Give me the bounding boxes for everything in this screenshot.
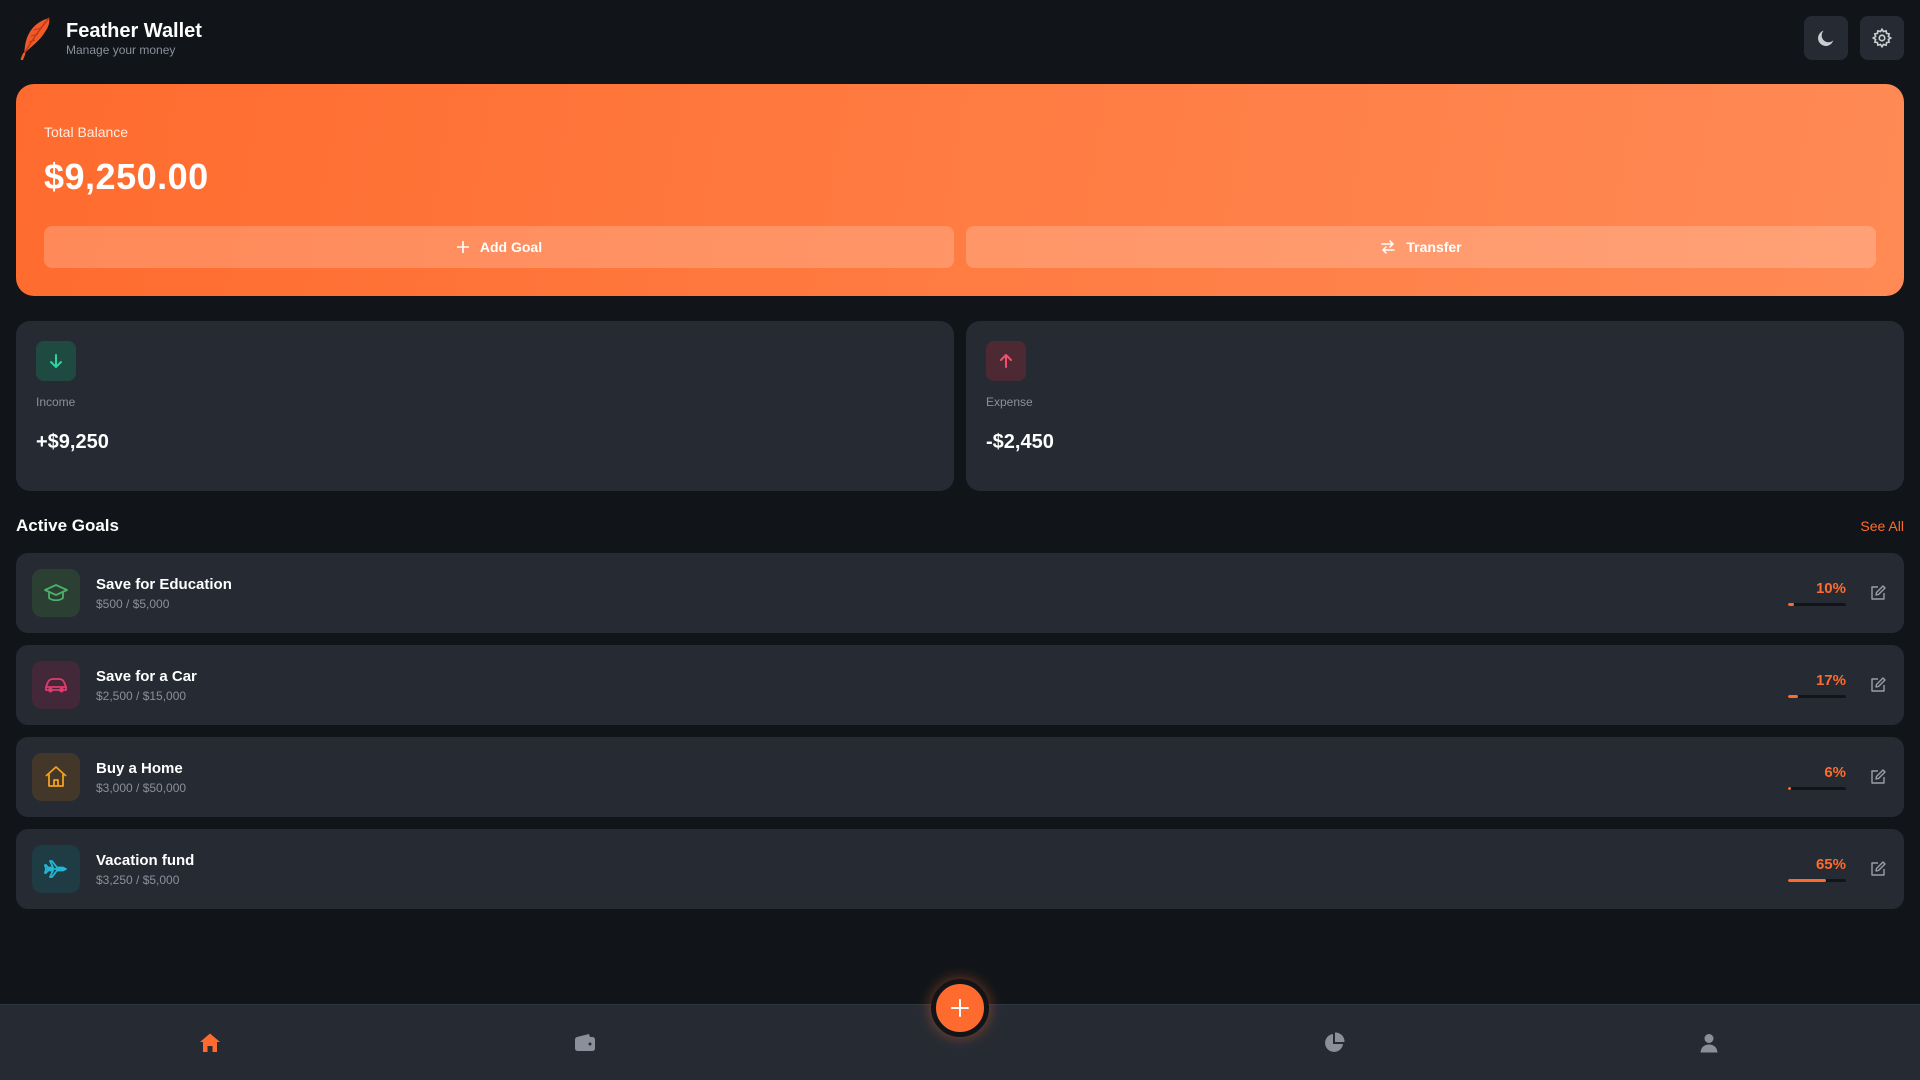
- see-all-link[interactable]: See All: [1860, 518, 1904, 534]
- goal-amount: $3,250 / $5,000: [96, 872, 180, 887]
- add-goal-label: Add Goal: [479, 239, 543, 255]
- add-goal-button[interactable]: Add Goal: [44, 226, 954, 268]
- home-icon: [45, 766, 67, 787]
- goal-percent: 6%: [1824, 764, 1846, 781]
- arrow-down-icon: [50, 354, 62, 368]
- edit-goal-button[interactable]: [1868, 675, 1888, 695]
- expense-label: Expense: [986, 395, 1033, 409]
- feather-logo-icon: [16, 13, 56, 63]
- wallet-icon: [575, 1034, 595, 1051]
- goal-name: Save for Education: [96, 575, 232, 593]
- goal-percent: 10%: [1815, 580, 1846, 597]
- user-icon: [1700, 1034, 1718, 1053]
- transfer-arrows-icon: [1381, 240, 1396, 254]
- car-icon: [45, 678, 67, 693]
- settings-button[interactable]: [1860, 16, 1904, 60]
- plus-icon: [951, 999, 969, 1017]
- income-card: Income +$9,250: [16, 321, 954, 491]
- goal-progress-bar: [1788, 695, 1846, 698]
- goal-icon-box: [32, 569, 80, 617]
- app-subtitle: Manage your money: [66, 42, 176, 57]
- goal-progress-fill: [1788, 695, 1798, 698]
- edit-goal-button[interactable]: [1868, 583, 1888, 603]
- edit-icon: [1871, 861, 1886, 876]
- goal-percent: 17%: [1815, 672, 1846, 689]
- transfer-label: Transfer: [1406, 239, 1462, 255]
- goal-amount: $2,500 / $15,000: [96, 688, 187, 703]
- income-label: Income: [36, 395, 76, 409]
- balance-value: $9,250.00: [44, 156, 209, 197]
- edit-icon: [1871, 677, 1886, 692]
- arrow-up-icon: [1000, 354, 1012, 368]
- nav-wallet[interactable]: [565, 1025, 605, 1061]
- goal-row[interactable]: Buy a Home $3,000 / $50,000 6%: [16, 737, 1904, 817]
- expense-value: -$2,450: [986, 431, 1054, 453]
- goal-progress-fill: [1788, 787, 1792, 790]
- gear-icon: [1871, 27, 1893, 49]
- bottom-nav: [0, 979, 1920, 1080]
- balance-card: Total Balance $9,250.00 Add Goal Transfe…: [16, 84, 1904, 296]
- goal-name: Buy a Home: [96, 759, 183, 777]
- goal-name: Save for a Car: [96, 667, 197, 685]
- moon-icon: [1818, 30, 1834, 46]
- nav-profile[interactable]: [1689, 1025, 1729, 1061]
- goal-progress-bar: [1788, 879, 1846, 882]
- goal-progress-fill: [1788, 879, 1826, 882]
- expense-card: Expense -$2,450: [966, 321, 1904, 491]
- add-transaction-fab[interactable]: [931, 979, 989, 1037]
- theme-toggle-button[interactable]: [1804, 16, 1848, 60]
- goal-amount: $500 / $5,000: [96, 596, 170, 611]
- expense-icon-box: [986, 341, 1026, 381]
- app-header: Feather Wallet Manage your money: [16, 12, 1904, 64]
- airplane-icon: [44, 860, 67, 878]
- goal-row[interactable]: Save for Education $500 / $5,000 10%: [16, 553, 1904, 633]
- edit-icon: [1871, 769, 1886, 784]
- goal-icon-box: [32, 661, 80, 709]
- nav-stats[interactable]: [1314, 1025, 1354, 1061]
- brand: Feather Wallet Manage your money: [16, 13, 202, 63]
- edit-goal-button[interactable]: [1868, 767, 1888, 787]
- goal-percent: 65%: [1815, 856, 1846, 873]
- app-title: Feather Wallet: [66, 19, 202, 42]
- edit-icon: [1871, 585, 1886, 600]
- balance-label: Total Balance: [44, 124, 129, 140]
- plus-icon: [456, 241, 469, 253]
- goal-progress-fill: [1788, 603, 1794, 606]
- goal-name: Vacation fund: [96, 851, 195, 869]
- pie-chart-icon: [1325, 1032, 1345, 1052]
- nav-home[interactable]: [190, 1025, 230, 1061]
- home-icon: [200, 1033, 220, 1052]
- transfer-button[interactable]: Transfer: [966, 226, 1876, 268]
- goals-section-header: Active Goals See All: [16, 514, 1904, 538]
- goal-icon-box: [32, 845, 80, 893]
- goal-icon-box: [32, 753, 80, 801]
- goal-row[interactable]: Save for a Car $2,500 / $15,000 17%: [16, 645, 1904, 725]
- edit-goal-button[interactable]: [1868, 859, 1888, 879]
- goal-amount: $3,000 / $50,000: [96, 780, 187, 795]
- goal-progress-bar: [1788, 603, 1846, 606]
- income-icon-box: [36, 341, 76, 381]
- goal-progress-bar: [1788, 787, 1846, 790]
- graduation-cap-icon: [44, 584, 68, 602]
- goal-row[interactable]: Vacation fund $3,250 / $5,000 65%: [16, 829, 1904, 909]
- income-value: +$9,250: [36, 431, 109, 453]
- goals-section-title: Active Goals: [16, 516, 119, 535]
